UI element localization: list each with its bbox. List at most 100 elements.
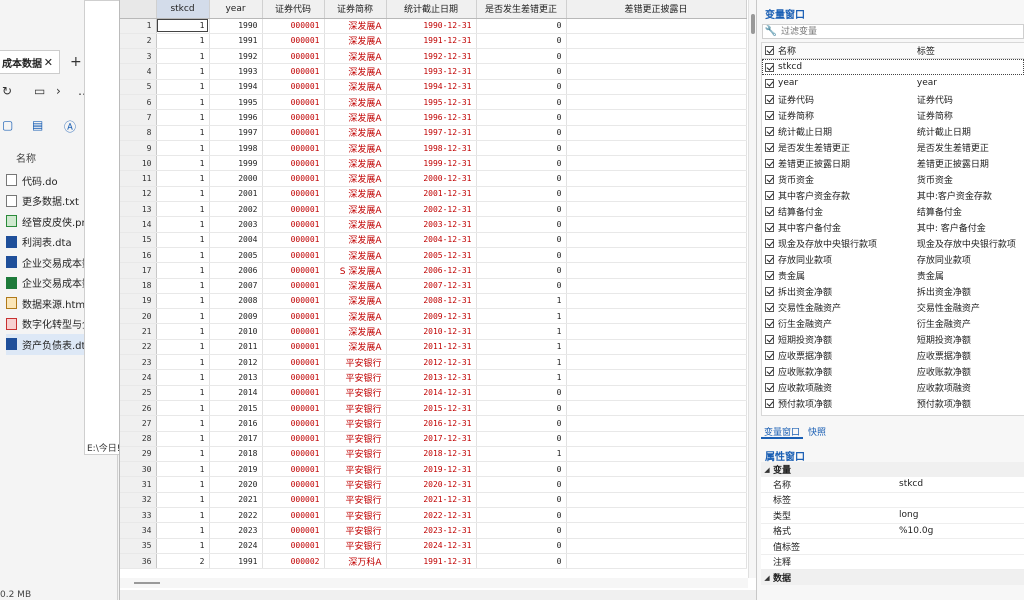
table-cell[interactable]: 1 (156, 293, 210, 310)
new-tab-button[interactable]: + (70, 54, 82, 70)
variable-row[interactable]: 证券简称 证券简称 (762, 107, 1024, 123)
table-cell[interactable]: 0 (476, 262, 567, 279)
table-cell[interactable]: 000002 (262, 553, 325, 570)
table-cell[interactable] (566, 323, 747, 340)
table-cell[interactable] (566, 48, 747, 65)
table-cell[interactable]: 1991-12-31 (386, 553, 477, 570)
table-cell[interactable]: 1 (476, 323, 567, 340)
table-cell[interactable]: 000001 (262, 492, 325, 509)
variable-row[interactable]: 现金及存放中央银行款项 现金及存放中央银行款项 (762, 235, 1024, 251)
table-cell[interactable]: 1 (476, 293, 567, 310)
variable-checkbox[interactable] (765, 270, 774, 280)
row-number[interactable]: 11 (120, 170, 157, 187)
table-cell[interactable]: 2002-12-31 (386, 201, 477, 218)
table-cell[interactable]: 平安银行 (324, 354, 387, 371)
variable-row[interactable]: 是否发生差错更正 是否发生差错更正 (762, 139, 1024, 155)
column-header[interactable]: 统计截止日期 (386, 0, 477, 19)
property-row[interactable]: 名称 stkcd (761, 477, 1024, 493)
variable-row[interactable]: 应收款项融资 应收款项融资 (762, 379, 1024, 395)
table-cell[interactable]: 000001 (262, 476, 325, 493)
table-cell[interactable]: 0 (476, 186, 567, 203)
table-cell[interactable]: 000001 (262, 354, 325, 371)
table-cell[interactable]: 000001 (262, 446, 325, 463)
table-cell[interactable]: 000001 (262, 170, 325, 187)
table-cell[interactable]: 2012-12-31 (386, 354, 477, 371)
variable-row[interactable]: 预付款项净额 预付款项净额 (762, 395, 1024, 411)
variable-row[interactable]: 货币资金 货币资金 (762, 171, 1024, 187)
group-variables[interactable]: ◢ 变量 (761, 462, 1024, 477)
variable-row[interactable]: 应收票据净额 应收票据净额 (762, 347, 1024, 363)
row-number[interactable]: 8 (120, 125, 157, 141)
table-cell[interactable] (566, 538, 747, 554)
rename-icon[interactable]: Ⓐ (64, 118, 76, 135)
variable-checkbox[interactable] (765, 286, 774, 296)
monitor-icon[interactable]: ▭ (34, 84, 45, 98)
table-cell[interactable]: 0 (476, 522, 567, 539)
table-cell[interactable] (566, 216, 747, 233)
table-cell[interactable]: 2021-12-31 (386, 492, 477, 509)
table-cell[interactable]: 0 (476, 492, 567, 509)
table-cell[interactable]: 平安银行 (324, 476, 387, 493)
table-cell[interactable]: 0 (476, 109, 567, 126)
table-cell[interactable]: 000001 (262, 415, 325, 432)
table-cell[interactable]: 1 (156, 262, 210, 279)
table-cell[interactable]: 2020-12-31 (386, 476, 477, 493)
row-number[interactable]: 1 (120, 18, 157, 34)
table-cell[interactable]: 000001 (262, 538, 325, 554)
variable-row[interactable]: 应收账款净额 应收账款净额 (762, 363, 1024, 379)
table-cell[interactable] (566, 461, 747, 478)
table-cell[interactable]: 2007-12-31 (386, 278, 477, 294)
table-cell[interactable]: 2002 (209, 201, 263, 218)
table-cell[interactable]: 1 (156, 308, 210, 325)
row-number[interactable]: 7 (120, 109, 157, 126)
table-cell[interactable] (566, 492, 747, 509)
table-cell[interactable]: 1991 (209, 33, 263, 50)
table-cell[interactable]: 2000 (209, 170, 263, 187)
table-cell[interactable]: 0 (476, 431, 567, 447)
variable-row[interactable]: 其中客户备付金 其中: 客户备付金 (762, 219, 1024, 235)
table-cell[interactable]: 0 (476, 538, 567, 554)
table-cell[interactable]: 1 (156, 354, 210, 371)
table-cell[interactable] (566, 293, 747, 310)
variable-row[interactable]: 证券代码 证券代码 (762, 91, 1024, 107)
table-cell[interactable]: 2004 (209, 232, 263, 248)
table-cell[interactable]: 000001 (262, 186, 325, 203)
table-cell[interactable]: 2004-12-31 (386, 232, 477, 248)
table-cell[interactable]: 1995 (209, 94, 263, 111)
table-cell[interactable]: 1 (156, 232, 210, 248)
variable-checkbox[interactable] (765, 254, 774, 264)
table-cell[interactable]: 2010 (209, 323, 263, 340)
column-header[interactable]: stkcd (156, 0, 210, 19)
table-cell[interactable]: 1 (156, 507, 210, 524)
table-cell[interactable] (566, 125, 747, 141)
table-cell[interactable]: 0 (476, 125, 567, 141)
table-cell[interactable]: 深发展A (324, 232, 387, 248)
table-cell[interactable] (566, 247, 747, 264)
table-cell[interactable]: 2015 (209, 400, 263, 417)
table-cell[interactable]: 1997 (209, 125, 263, 141)
scroll-thumb[interactable] (134, 582, 160, 584)
table-cell[interactable]: 1 (156, 339, 210, 356)
table-cell[interactable]: 2010-12-31 (386, 323, 477, 340)
table-cell[interactable]: 1 (156, 492, 210, 509)
header-label[interactable]: 标签 (917, 44, 1024, 57)
table-cell[interactable]: 2014 (209, 385, 263, 401)
table-cell[interactable]: 深发展A (324, 293, 387, 310)
table-cell[interactable] (566, 369, 747, 386)
table-cell[interactable]: 1996-12-31 (386, 109, 477, 126)
table-cell[interactable] (566, 339, 747, 356)
table-cell[interactable] (566, 186, 747, 203)
column-header-name[interactable]: 名称 (16, 150, 36, 165)
table-cell[interactable]: 1991 (209, 553, 263, 570)
table-cell[interactable]: 深发展A (324, 323, 387, 340)
table-cell[interactable] (566, 140, 747, 157)
table-cell[interactable]: 000001 (262, 431, 325, 447)
variable-checkbox[interactable] (765, 174, 774, 184)
table-cell[interactable]: 2006 (209, 262, 263, 279)
table-cell[interactable]: 平安银行 (324, 369, 387, 386)
table-cell[interactable]: 000001 (262, 18, 325, 34)
table-cell[interactable]: 深发展A (324, 247, 387, 264)
variable-row[interactable]: 存放同业款项 存放同业款项 (762, 251, 1024, 267)
table-cell[interactable]: 深万科A (324, 553, 387, 570)
table-cell[interactable]: 深发展A (324, 109, 387, 126)
